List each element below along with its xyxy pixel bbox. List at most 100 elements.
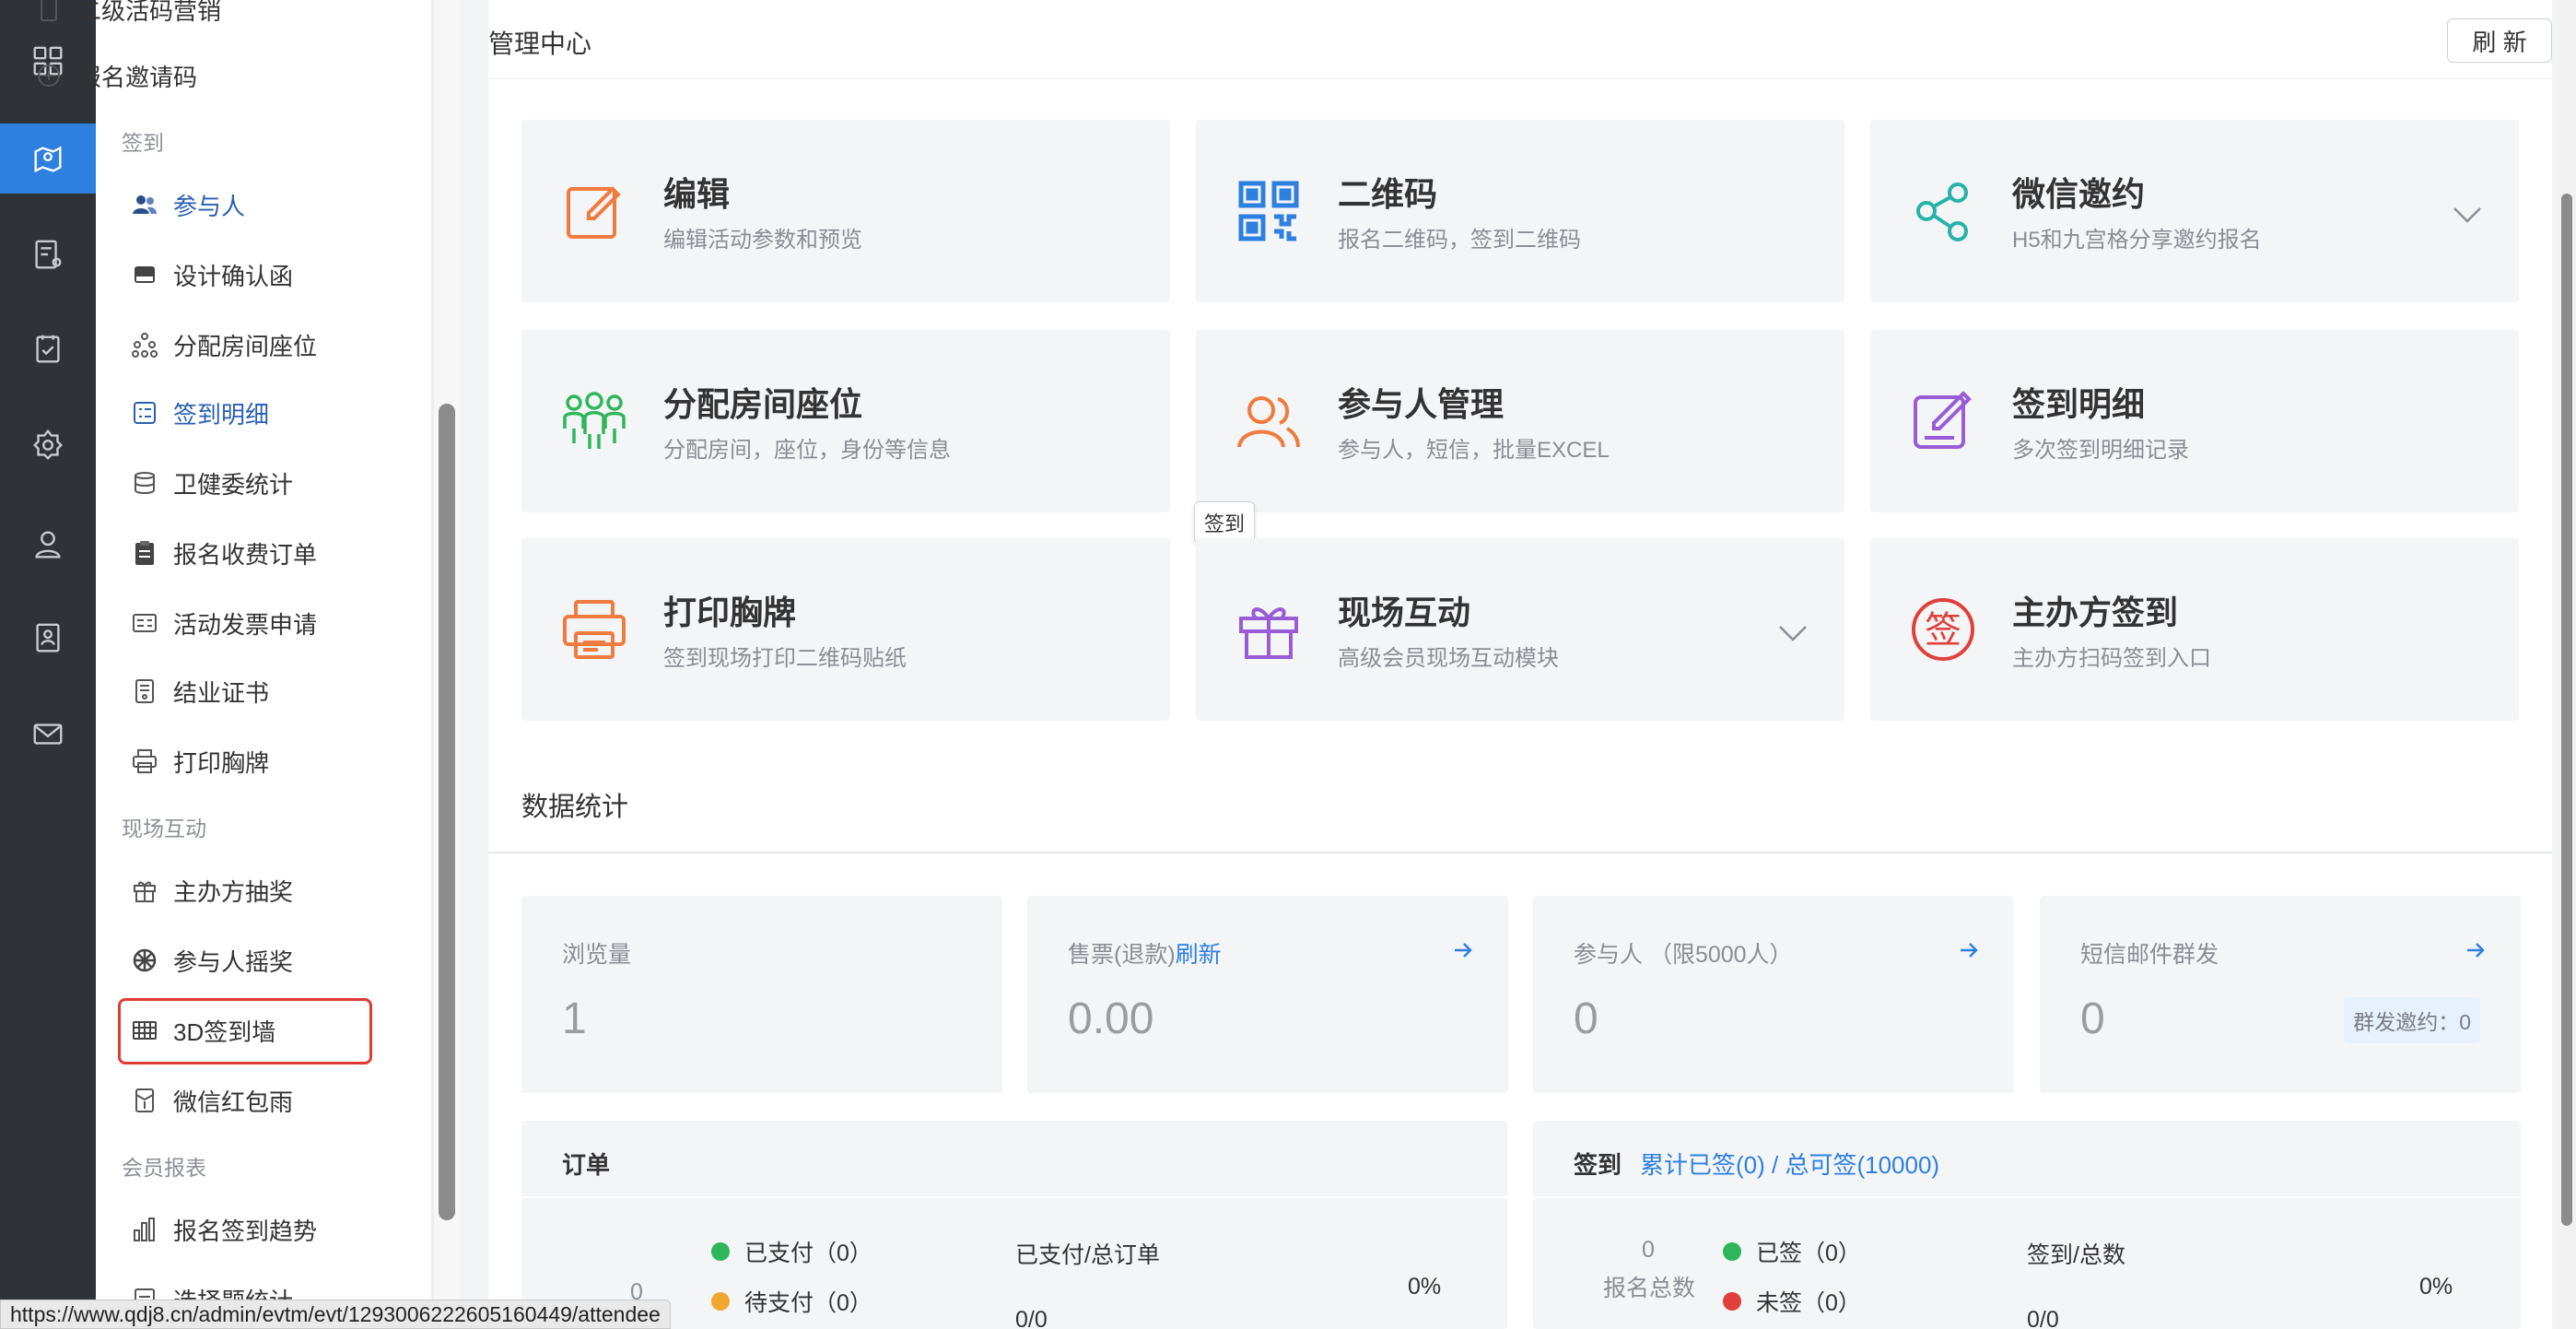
panel-title: 签到 — [1574, 1151, 1622, 1179]
rail-tasks-button[interactable] — [0, 313, 96, 383]
card-seating[interactable]: 分配房间座位 分配房间，座位，身份等信息 — [521, 330, 1170, 512]
rail-awards-button[interactable] — [0, 409, 96, 479]
sidebar-item-label: 二级活码营销 — [77, 0, 222, 25]
sidebar-group-title: 会员报表 — [122, 1156, 206, 1180]
sidebar-item-seating[interactable]: 分配房间座位 — [131, 319, 317, 370]
user-icon — [35, 531, 61, 559]
card-wechat-invite[interactable]: 微信邀约 H5和九宫格分享邀约报名 — [1870, 120, 2519, 302]
arrow-right-icon[interactable] — [1957, 938, 1981, 962]
arrow-right-icon[interactable] — [2464, 938, 2488, 962]
stats-title: 数据统计 — [521, 793, 629, 822]
sidebar-item-attendee-draw[interactable]: 参与人摇奖 — [131, 935, 293, 986]
card-title: 编辑 — [663, 175, 731, 213]
stat-views: 浏览量 1 — [521, 896, 1002, 1093]
card-desc: 报名二维码，签到二维码 — [1338, 228, 1581, 253]
sidebar-item-fee-orders[interactable]: 报名收费订单 — [131, 527, 317, 579]
sidebar-item-invite-code[interactable]: 报名邀请码 — [35, 50, 197, 101]
rail-mail-button[interactable] — [0, 699, 96, 769]
legend-unsigned: 未签（0） — [1723, 1285, 1861, 1318]
mail-icon — [33, 723, 63, 745]
sidebar-item-checkin-detail[interactable]: 签到明细 — [131, 387, 269, 439]
printer-icon — [560, 595, 628, 664]
sign-stamp-icon: 签 — [1909, 595, 1977, 664]
panel-title: 订单 — [562, 1151, 611, 1179]
sidebar-group-title: 现场互动 — [122, 817, 206, 841]
stat-label: 参与人 （限5000人） — [1574, 942, 1793, 968]
database-icon — [131, 469, 158, 497]
percent-value: 0% — [1408, 1274, 1442, 1300]
gift-icon — [131, 876, 158, 904]
legend-label: 未签（0） — [1756, 1290, 1861, 1316]
card-host-checkin[interactable]: 签 主办方签到 主办方扫码签到入口 — [1870, 538, 2519, 721]
sidebar-item-label: 参与人 — [173, 192, 246, 220]
stat-refresh-link[interactable]: 刷新 — [1176, 942, 1222, 968]
card-qrcode[interactable]: 二维码 报名二维码，签到二维码 — [1196, 120, 1844, 302]
rail-event-button[interactable] — [0, 123, 96, 194]
chevron-down-icon[interactable] — [1776, 616, 1809, 649]
page-header — [488, 0, 2552, 79]
sidebar-item-label: 设计确认函 — [173, 262, 294, 290]
legend-dot — [1723, 1242, 1741, 1261]
bar-chart-icon — [131, 1216, 158, 1243]
stat-label: 浏览量 — [562, 942, 632, 968]
stat-value: 0.00 — [1068, 994, 1154, 1043]
submenu-scrollbar-thumb[interactable] — [439, 404, 455, 1220]
page-scrollbar-thumb[interactable] — [2561, 194, 2572, 1226]
sidebar-item-red-packet[interactable]: 微信红包雨 — [131, 1075, 293, 1126]
stat-attendees[interactable]: 参与人 （限5000人） 0 — [1533, 896, 2014, 1093]
rail-contacts-button[interactable] — [0, 603, 96, 673]
sidebar-item-certificate[interactable]: 结业证书 — [131, 665, 269, 717]
rail-forms-button[interactable] — [0, 219, 96, 289]
group-icon — [560, 387, 628, 455]
sidebar-item-host-lottery[interactable]: 主办方抽奖 — [131, 864, 293, 916]
signup-count-label: 报名总数 — [1603, 1276, 1696, 1301]
card-print-badge[interactable]: 打印胸牌 签到现场打印二维码贴纸 — [521, 538, 1170, 721]
sidebar-item-qr-marketing[interactable]: 二级活码营销 — [35, 0, 221, 35]
card-desc: 参与人，短信，批量EXCEL — [1338, 438, 1610, 463]
sidebar-item-label: 报名收费订单 — [173, 540, 318, 569]
sidebar-item-label: 报名邀请码 — [77, 63, 198, 91]
order-panel: 订单 0 已支付（0） 待支付（0） 已支付/总订单 0/0 0% — [521, 1121, 1507, 1329]
card-attendee-mgmt[interactable]: 参与人管理 参与人，短信，批量EXCEL — [1196, 330, 1844, 512]
card-desc: 分配房间，座位，身份等信息 — [663, 438, 951, 463]
card-title: 参与人管理 — [1338, 385, 1505, 423]
mass-invite-badge[interactable]: 群发邀约：0 — [2344, 997, 2480, 1043]
arrow-right-icon[interactable] — [1451, 938, 1475, 962]
hierarchy-icon — [131, 331, 158, 359]
stat-value: 0 — [2080, 994, 2105, 1043]
stat-tickets[interactable]: 售票(退款)刷新 0.00 — [1027, 896, 1508, 1093]
chevron-down-icon[interactable] — [2451, 197, 2484, 230]
sidebar-item-label: 主办方抽奖 — [173, 877, 294, 906]
sidebar-item-trend[interactable]: 报名签到趋势 — [131, 1204, 317, 1255]
card-desc: 主办方扫码签到入口 — [2012, 646, 2211, 671]
status-url: https://www.qdj8.cn/admin/evtm/evt/12930… — [0, 1300, 671, 1329]
invoice-icon — [131, 609, 158, 637]
sidebar-item-invoice[interactable]: 活动发票申请 — [131, 597, 317, 649]
sidebar-item-health-stats[interactable]: 卫健委统计 — [131, 457, 293, 509]
sidebar-item-attendees[interactable]: 参与人 — [131, 179, 245, 230]
card-title: 现场互动 — [1338, 594, 1471, 631]
refresh-button[interactable]: 刷 新 — [2447, 18, 2552, 63]
signup-count: 0 — [1642, 1237, 1655, 1263]
sidebar-item-confirm-letter[interactable]: 设计确认函 — [131, 249, 293, 300]
stat-messages[interactable]: 短信邮件群发 0 群发邀约：0 — [2040, 896, 2521, 1093]
people-icon — [1235, 387, 1303, 455]
rail-user-button[interactable] — [0, 509, 96, 579]
qrcode-icon — [1235, 177, 1303, 245]
legend-dot — [1723, 1292, 1741, 1311]
checkin-panel: 签到 累计已签(0) / 总可签(10000) 0 报名总数 已签（0） 未签（… — [1533, 1121, 2521, 1329]
sidebar-item-label: 活动发票申请 — [173, 610, 318, 639]
card-edit[interactable]: 编辑 编辑活动参数和预览 — [521, 120, 1170, 302]
printer-icon — [131, 747, 158, 775]
legend-paid: 已支付（0） — [711, 1235, 872, 1268]
panel-subtitle[interactable]: 累计已签(0) / 总可签(10000) — [1640, 1147, 1939, 1181]
card-title: 分配房间座位 — [663, 385, 863, 423]
sidebar-item-print-badge[interactable]: 打印胸牌 — [131, 735, 269, 787]
card-checkin-detail[interactable]: 签到明细 多次签到明细记录 — [1870, 330, 2519, 512]
legend-label: 待支付（0） — [744, 1290, 872, 1316]
card-onsite-interaction[interactable]: 现场互动 高级会员现场互动模块 — [1196, 538, 1844, 721]
divider — [488, 852, 2552, 853]
form-settings-icon — [35, 240, 62, 269]
legend-signed: 已签（0） — [1723, 1235, 1861, 1268]
ratio-label: 已支付/总订单 — [1015, 1242, 1160, 1268]
